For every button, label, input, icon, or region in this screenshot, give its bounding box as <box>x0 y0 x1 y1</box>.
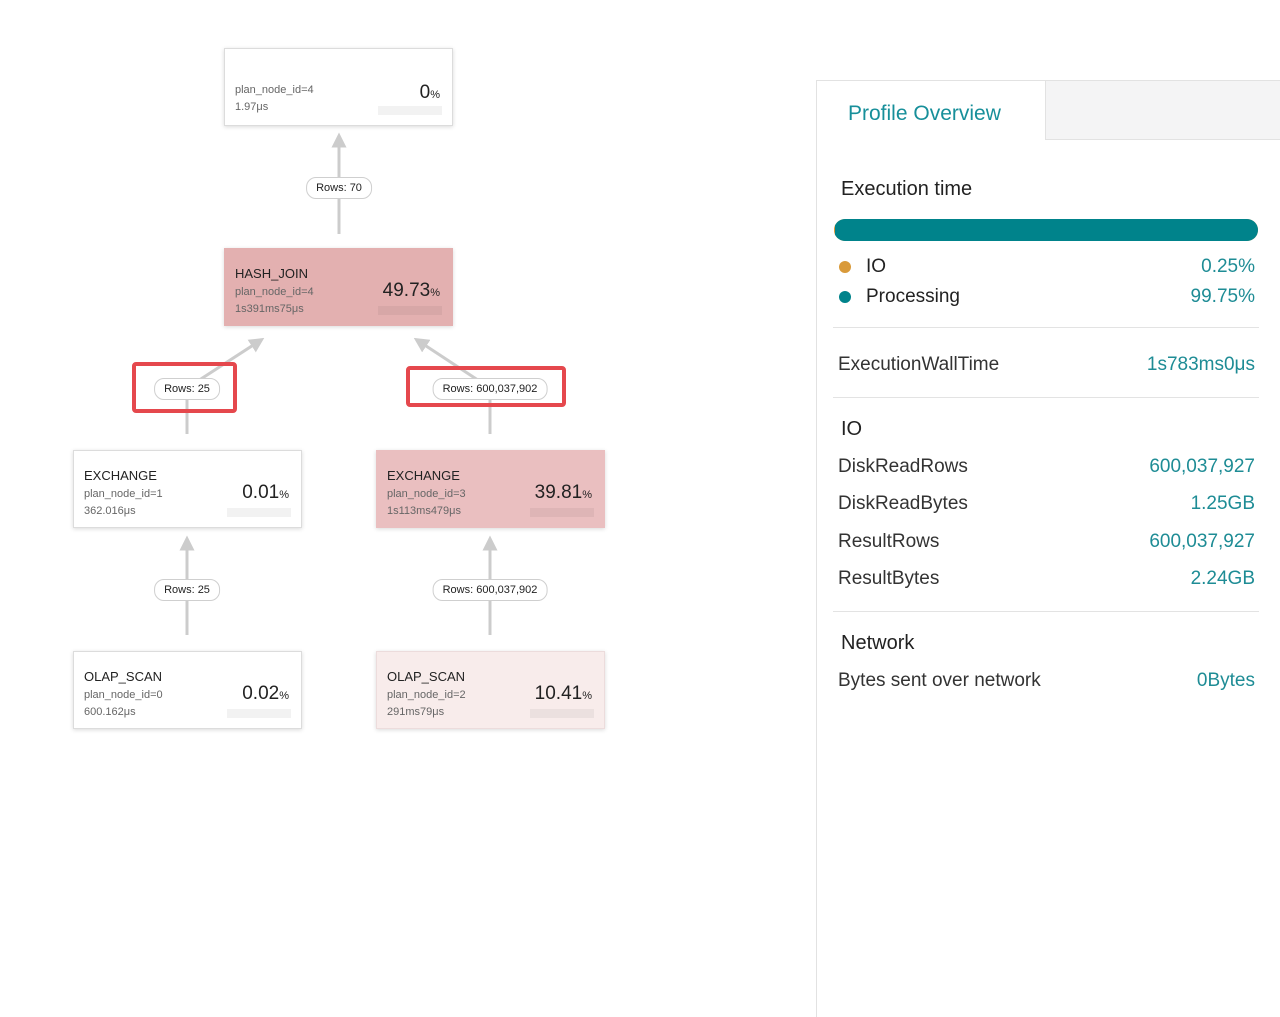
node-bar <box>530 508 594 517</box>
node-bar <box>227 709 291 718</box>
processing-dot-icon <box>839 291 851 303</box>
legend-io: IO 0.25% <box>837 254 1255 278</box>
bytes-sent-row: Bytes sent over network 0Bytes <box>838 670 1255 696</box>
edge-rows-label-top: Rows: 70 <box>306 177 372 199</box>
node-bar <box>378 306 442 315</box>
plan-node-hash-join[interactable]: HASH_JOIN plan_node_id=4 1s391ms75μs 49.… <box>224 248 453 326</box>
highlight-box-right <box>406 366 566 407</box>
plan-node-scan-right[interactable]: OLAP_SCAN plan_node_id=2 291ms79μs 10.41… <box>376 651 605 729</box>
node-time: 600.162μs <box>84 706 136 718</box>
node-percent: 0% <box>419 82 440 103</box>
node-title: EXCHANGE <box>84 468 157 483</box>
io-section-title: IO <box>841 418 863 440</box>
node-percent: 39.81% <box>534 482 592 503</box>
node-title: HASH_JOIN <box>235 266 308 281</box>
row-value: 1s783ms0μs <box>1146 354 1255 375</box>
disk-read-bytes-row: DiskReadBytes 1.25GB <box>838 493 1255 519</box>
edge-rows-label-scan-right: Rows: 600,037,902 <box>432 579 548 601</box>
node-bar <box>378 106 442 115</box>
divider <box>833 611 1259 612</box>
node-id: plan_node_id=1 <box>84 488 163 500</box>
io-dot-icon <box>839 261 851 273</box>
tab-bar: Profile Overview <box>817 80 1280 142</box>
highlight-box-left <box>132 362 237 413</box>
network-section-title: Network <box>841 632 915 654</box>
row-value: 2.24GB <box>1190 568 1255 589</box>
node-title: OLAP_SCAN <box>387 669 466 684</box>
node-id: plan_node_id=2 <box>387 689 466 701</box>
tab-profile-overview[interactable]: Profile Overview <box>817 80 1045 142</box>
legend-label: IO <box>866 256 887 277</box>
node-time: 1s391ms75μs <box>235 303 304 315</box>
row-value: 600,037,927 <box>1149 456 1255 477</box>
row-label: DiskReadRows <box>838 456 968 477</box>
edge-rows-label-scan-left: Rows: 25 <box>154 579 220 601</box>
node-bar <box>530 709 594 718</box>
legend-processing: Processing 99.75% <box>837 284 1255 308</box>
row-label: DiskReadBytes <box>838 493 968 514</box>
node-id: plan_node_id=4 <box>235 84 314 96</box>
tab-label: Profile Overview <box>848 102 1001 125</box>
row-label: ExecutionWallTime <box>838 354 1000 375</box>
plan-node-exchange-right[interactable]: EXCHANGE plan_node_id=3 1s113ms479μs 39.… <box>376 450 605 528</box>
node-percent: 0.02% <box>242 683 289 704</box>
node-time: 291ms79μs <box>387 706 445 718</box>
node-time: 362.016μs <box>84 505 136 517</box>
node-percent: 10.41% <box>534 683 592 704</box>
node-percent: 49.73% <box>382 280 440 301</box>
row-label: ResultBytes <box>838 568 940 589</box>
execution-time-title: Execution time <box>841 178 973 200</box>
row-value: 600,037,927 <box>1149 531 1255 552</box>
progress-segment-processing <box>835 219 1258 241</box>
node-id: plan_node_id=3 <box>387 488 466 500</box>
node-id: plan_node_id=0 <box>84 689 163 701</box>
node-bar <box>227 508 291 517</box>
profile-panel: Profile Overview Execution time IO 0.25%… <box>816 80 1280 1017</box>
node-time: 1.97μs <box>235 101 269 113</box>
row-value: 0Bytes <box>1196 670 1255 691</box>
node-title: EXCHANGE <box>387 468 460 483</box>
tab-bar-empty <box>1045 80 1280 140</box>
legend-label: Processing <box>866 286 960 307</box>
legend-value: 99.75% <box>1190 286 1255 307</box>
plan-node-top[interactable]: plan_node_id=4 1.97μs 0% <box>224 48 453 126</box>
node-percent: 0.01% <box>242 482 289 503</box>
result-rows-row: ResultRows 600,037,927 <box>838 531 1255 557</box>
plan-node-scan-left[interactable]: OLAP_SCAN plan_node_id=0 600.162μs 0.02% <box>73 651 302 729</box>
node-time: 1s113ms479μs <box>387 505 462 517</box>
node-id: plan_node_id=4 <box>235 286 314 298</box>
legend-value: 0.25% <box>1201 256 1255 277</box>
row-value: 1.25GB <box>1190 493 1255 514</box>
execution-wall-time-row: ExecutionWallTime 1s783ms0μs <box>838 354 1255 380</box>
result-bytes-row: ResultBytes 2.24GB <box>838 568 1255 594</box>
divider <box>833 327 1259 328</box>
node-title: OLAP_SCAN <box>84 669 163 684</box>
disk-read-rows-row: DiskReadRows 600,037,927 <box>838 456 1255 482</box>
row-label: Bytes sent over network <box>838 670 1041 691</box>
plan-node-exchange-left[interactable]: EXCHANGE plan_node_id=1 362.016μs 0.01% <box>73 450 302 528</box>
divider <box>833 397 1259 398</box>
execution-progress-bar <box>834 219 1258 241</box>
row-label: ResultRows <box>838 531 940 552</box>
